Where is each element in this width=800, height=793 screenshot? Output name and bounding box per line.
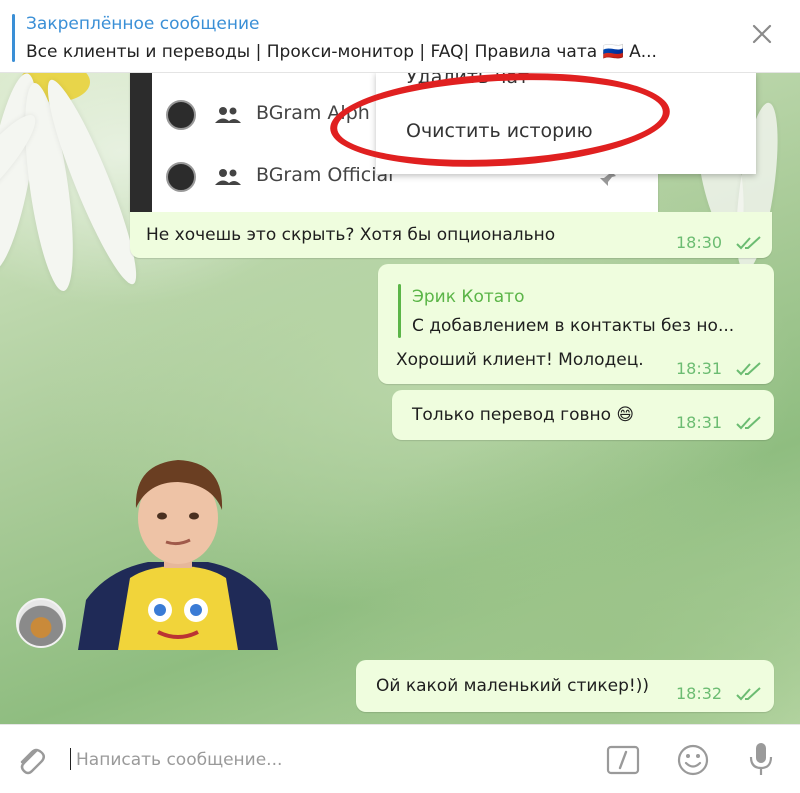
pinned-title: Закреплённое сообщение bbox=[26, 14, 260, 34]
message-text: Только перевод говно 😄 bbox=[412, 405, 635, 425]
emoji-icon[interactable] bbox=[676, 743, 710, 777]
text-caret bbox=[70, 748, 71, 770]
sticker-image[interactable] bbox=[78, 450, 278, 650]
pinned-message-bar[interactable]: Закреплённое сообщение Все клиенты и пер… bbox=[0, 0, 800, 73]
message-time: 18:31 bbox=[676, 413, 723, 432]
message-bubble[interactable]: Не хочешь это скрыть? Хотя бы опциональн… bbox=[130, 212, 772, 258]
read-ticks-icon bbox=[736, 236, 761, 250]
bgram-logo-icon bbox=[166, 162, 196, 192]
screenshot-chat-name: BGram Official bbox=[256, 164, 394, 186]
pinned-accent-bar bbox=[12, 14, 15, 62]
screenshot-sidebar-strip bbox=[130, 72, 152, 212]
read-ticks-icon bbox=[736, 362, 761, 376]
read-ticks-icon bbox=[736, 687, 761, 701]
message-text: Не хочешь это скрыть? Хотя бы опциональн… bbox=[146, 225, 556, 245]
message-input[interactable] bbox=[74, 743, 578, 777]
message-time: 18:30 bbox=[676, 233, 723, 252]
message-bubble[interactable]: Только перевод говно 😄 18:31 bbox=[392, 390, 774, 440]
bgram-logo-icon bbox=[166, 100, 196, 130]
message-text: Ой какой маленький стикер!)) bbox=[376, 676, 650, 696]
group-icon bbox=[215, 169, 241, 185]
reply-accent-bar bbox=[398, 284, 401, 338]
bot-command-icon[interactable] bbox=[606, 745, 640, 775]
message-time: 18:31 bbox=[676, 359, 723, 378]
pinned-text: Все клиенты и переводы | Прокси-монитор … bbox=[26, 42, 657, 62]
microphone-icon[interactable] bbox=[748, 741, 774, 777]
message-composer bbox=[0, 724, 800, 793]
message-time: 18:32 bbox=[676, 684, 723, 703]
paperclip-icon[interactable] bbox=[14, 743, 48, 777]
sender-avatar[interactable] bbox=[16, 598, 66, 648]
message-text: Хороший клиент! Молодец. bbox=[396, 350, 644, 370]
message-bubble[interactable]: Ой какой маленький стикер!)) 18:32 bbox=[356, 660, 774, 712]
reply-author: Эрик Котато bbox=[412, 287, 525, 307]
reply-preview: С добавлением в контакты без но... bbox=[412, 316, 735, 336]
message-bubble[interactable]: Эрик Котато С добавлением в контакты без… bbox=[378, 264, 774, 384]
read-ticks-icon bbox=[736, 416, 761, 430]
group-icon bbox=[215, 107, 241, 123]
close-icon[interactable] bbox=[750, 22, 774, 46]
